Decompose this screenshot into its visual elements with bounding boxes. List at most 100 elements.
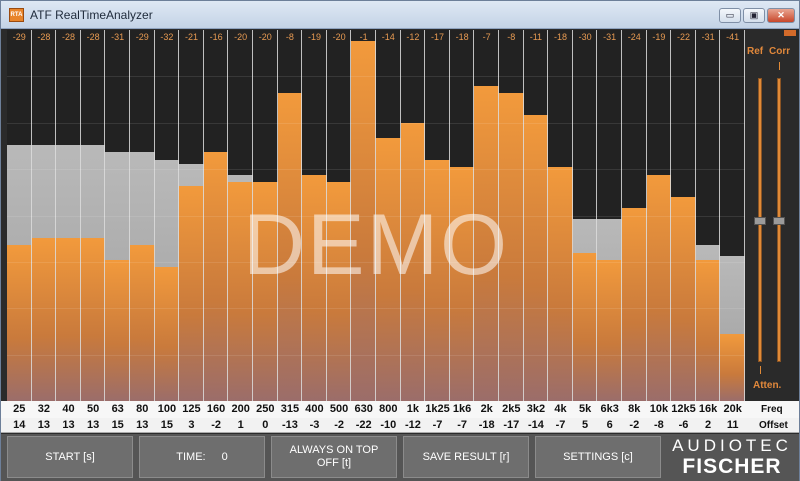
- offset-cell: 15: [160, 419, 174, 431]
- freq-cell: 250: [256, 403, 275, 415]
- offset-cell: -7: [457, 419, 467, 431]
- brand-line2: FISCHER: [682, 455, 782, 478]
- peak-value: -21: [184, 32, 198, 42]
- restore-button[interactable]: ▣: [743, 8, 765, 23]
- offset-cell: 15: [111, 419, 124, 431]
- freq-cell: 10k: [649, 403, 669, 415]
- offset-cell: -2: [334, 419, 344, 431]
- offset-cell: -8: [654, 419, 664, 431]
- corr-top-tick: [779, 62, 780, 70]
- grid-line: [7, 76, 745, 77]
- corr-slider-thumb[interactable]: [773, 217, 785, 225]
- peak-value: -31: [701, 32, 715, 42]
- offset-cell: 11: [726, 419, 739, 431]
- peak-value: -7: [482, 32, 491, 42]
- offset-cell: -17: [503, 419, 520, 431]
- freq-cell: 400: [305, 403, 324, 415]
- freq-cell: 315: [280, 403, 300, 415]
- close-button[interactable]: ✕: [767, 8, 795, 23]
- app-icon: RTA: [9, 8, 24, 22]
- offset-cell: -12: [404, 419, 421, 431]
- peak-value: -17: [430, 32, 444, 42]
- offset-cell: -14: [527, 419, 544, 431]
- offset-cell: 13: [62, 419, 75, 431]
- offset-cell: 3: [188, 419, 195, 431]
- freq-cell: 1k: [406, 403, 420, 415]
- corr-label: Corr: [769, 46, 791, 57]
- frequency-row: Freq 25 32 40 50 63 80 100 125 160 200 250 315 400 50…: [1, 401, 799, 418]
- freq-cell: 1k6: [452, 403, 472, 415]
- offset-cell: -18: [478, 419, 495, 431]
- peak-value: -19: [652, 32, 666, 42]
- grid-line: [7, 355, 745, 356]
- minimize-button[interactable]: ▭: [719, 8, 741, 23]
- offset-row: Offset 14 13 13 13 15 13 15 3 -2 1 0 -13 -3 -2 -22 -10-…: [1, 418, 799, 433]
- offset-cell: -10: [380, 419, 397, 431]
- peak-value: -16: [209, 32, 223, 42]
- freq-cell: 4k: [554, 403, 567, 415]
- always-on-top-label: ALWAYS ON TOP: [289, 444, 379, 456]
- save-result-button[interactable]: SAVE RESULT [r]: [403, 436, 529, 478]
- freq-label: Freq: [761, 404, 783, 415]
- time-display: TIME: 0: [139, 436, 265, 478]
- start-button[interactable]: START [s]: [7, 436, 133, 478]
- freq-cell: 2k: [480, 403, 493, 415]
- title-bar[interactable]: RTA ATF RealTimeAnalyzer ▭ ▣ ✕: [1, 1, 799, 29]
- time-value: 0: [221, 450, 228, 463]
- atten-label: Atten.: [753, 380, 782, 391]
- offset-cell: -13: [281, 419, 298, 431]
- offset-cell: 13: [136, 419, 149, 431]
- peak-value: -18: [455, 32, 469, 42]
- freq-cell: 40: [62, 403, 75, 415]
- peak-value: -32: [160, 32, 174, 42]
- freq-cell: 63: [111, 403, 124, 415]
- freq-cell: 800: [379, 403, 398, 415]
- peak-value: -20: [258, 32, 272, 42]
- freq-cell: 1k25: [425, 403, 450, 415]
- peak-value: -24: [627, 32, 641, 42]
- freq-cell: 630: [354, 403, 373, 415]
- ref-bottom-tick: [760, 366, 761, 374]
- peak-value: -41: [726, 32, 740, 42]
- ref-slider-track[interactable]: [754, 78, 766, 362]
- brand-line1: AUDIOTEC: [672, 436, 792, 455]
- freq-cell: 25: [13, 403, 26, 415]
- offset-cell: -7: [555, 419, 566, 431]
- peak-value: -1: [359, 32, 368, 42]
- peak-value: -29: [12, 32, 26, 42]
- app-window: RTA ATF RealTimeAnalyzer ▭ ▣ ✕ -29 -28 -28…: [0, 0, 800, 481]
- window-title: ATF RealTimeAnalyzer: [30, 8, 153, 22]
- peak-value: -31: [111, 32, 125, 42]
- offset-cell: 13: [37, 419, 51, 431]
- peak-value: -28: [37, 32, 51, 42]
- peak-value: -31: [603, 32, 617, 42]
- freq-cell: 80: [136, 403, 149, 415]
- corr-slider-track[interactable]: [773, 78, 785, 362]
- ref-slider-thumb[interactable]: [754, 217, 766, 225]
- offset-cell: 13: [86, 419, 100, 431]
- peak-value: -19: [307, 32, 321, 42]
- peak-value: -20: [332, 32, 346, 42]
- offset-cell: 1: [237, 419, 244, 431]
- offset-cell: 0: [262, 419, 269, 431]
- peak-value: -28: [86, 32, 100, 42]
- always-on-top-button[interactable]: ALWAYS ON TOP OFF [t]: [271, 436, 397, 478]
- freq-cell: 20k: [723, 403, 742, 415]
- level-bar: [720, 334, 745, 401]
- peak-value: -8: [285, 32, 294, 42]
- peak-value: -14: [381, 32, 395, 42]
- offset-cell: -7: [432, 419, 443, 431]
- peak-value: -18: [553, 32, 567, 42]
- offset-cell: -2: [211, 419, 221, 431]
- offset-cell: -3: [309, 419, 320, 431]
- button-bar: START [s] TIME: 0 ALWAYS ON TOP OFF [t] …: [1, 434, 799, 481]
- offset-label: Offset: [759, 420, 788, 431]
- peak-value: -8: [507, 32, 516, 42]
- audiotec-fischer-logo: AUDIOTEC FISCHER: [669, 436, 795, 478]
- settings-button[interactable]: SETTINGS [c]: [535, 436, 661, 478]
- grid-line: [7, 123, 745, 124]
- slider-panel: Ref Corr Atten.: [745, 30, 799, 401]
- freq-cell: 500: [329, 403, 349, 415]
- offset-cell: -2: [629, 419, 640, 431]
- offset-cell: 2: [705, 419, 712, 431]
